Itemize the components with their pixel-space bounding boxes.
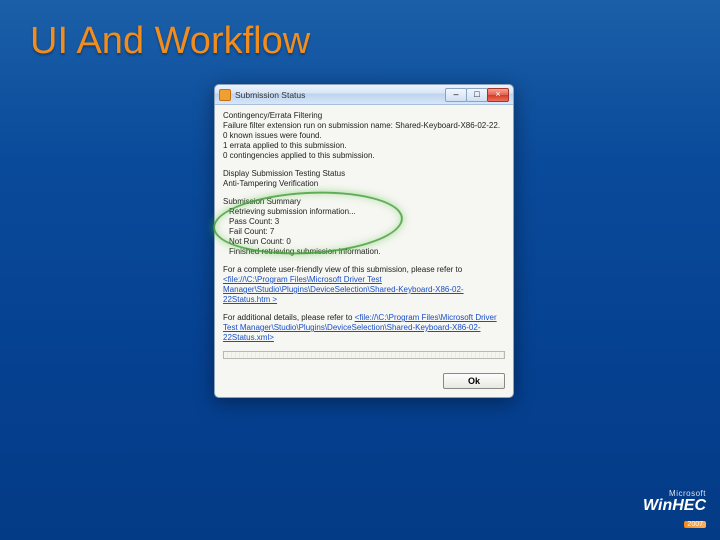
dialog-button-row: Ok bbox=[215, 367, 513, 397]
window-content: Contingency/Errata Filtering Failure fil… bbox=[215, 105, 513, 367]
ok-button[interactable]: Ok bbox=[443, 373, 505, 389]
summary-notrun-count: Not Run Count: 0 bbox=[223, 237, 505, 247]
contingency-heading: Contingency/Errata Filtering bbox=[223, 111, 505, 121]
minimize-button[interactable]: – bbox=[445, 88, 467, 102]
titlebar[interactable]: Submission Status – □ × bbox=[215, 85, 513, 105]
footer-brand: WinHEC bbox=[643, 498, 706, 514]
summary-heading: Submission Summary bbox=[223, 197, 505, 207]
app-icon bbox=[219, 89, 231, 101]
summary-line: Retrieving submission information... bbox=[223, 207, 505, 217]
close-button[interactable]: × bbox=[487, 88, 509, 102]
details-intro: For additional details, please refer to bbox=[223, 313, 355, 322]
footer-microsoft: Microsoft bbox=[643, 490, 706, 498]
submission-summary-block: Submission Summary Retrieving submission… bbox=[223, 197, 505, 257]
submission-status-window: Submission Status – □ × Contingency/Erra… bbox=[214, 84, 514, 398]
status-line: 0 known issues were found. bbox=[223, 131, 505, 141]
testing-line: Anti-Tampering Verification bbox=[223, 179, 505, 189]
status-line: 0 contingencies applied to this submissi… bbox=[223, 151, 505, 161]
footer-year: 2007 bbox=[684, 521, 706, 528]
progress-bar bbox=[223, 351, 505, 359]
slide-title: UI And Workflow bbox=[30, 20, 310, 63]
friendly-view-block: For a complete user-friendly view of thi… bbox=[223, 265, 505, 305]
window-title: Submission Status bbox=[235, 90, 446, 100]
status-line: 1 errata applied to this submission. bbox=[223, 141, 505, 151]
testing-status-block: Display Submission Testing Status Anti-T… bbox=[223, 169, 505, 189]
testing-line: Display Submission Testing Status bbox=[223, 169, 505, 179]
summary-line: Finished retrieving submission informati… bbox=[223, 247, 505, 257]
contingency-block: Contingency/Errata Filtering Failure fil… bbox=[223, 111, 505, 161]
friendly-view-link[interactable]: <file://\C:\Program Files\Microsoft Driv… bbox=[223, 275, 464, 304]
window-controls: – □ × bbox=[446, 88, 509, 102]
friendly-intro: For a complete user-friendly view of thi… bbox=[223, 265, 462, 274]
footer-logo: Microsoft WinHEC 2007 bbox=[643, 490, 706, 530]
summary-pass-count: Pass Count: 3 bbox=[223, 217, 505, 227]
maximize-button[interactable]: □ bbox=[466, 88, 488, 102]
status-line: Failure filter extension run on submissi… bbox=[223, 121, 505, 131]
summary-fail-count: Fail Count: 7 bbox=[223, 227, 505, 237]
details-block: For additional details, please refer to … bbox=[223, 313, 505, 343]
